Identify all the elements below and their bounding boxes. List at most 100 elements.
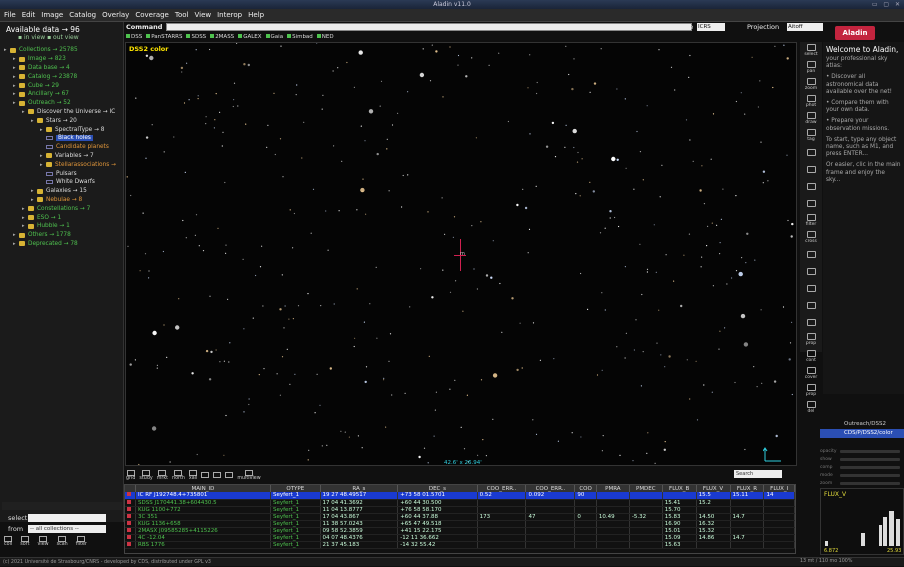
column-header[interactable]: DEC_s — [397, 485, 478, 492]
table-row[interactable]: RBS 1776 Seyfert_1 21 37 45.183 -14 32 55.4… — [125, 541, 795, 549]
slider-comp[interactable]: comp — [820, 463, 904, 471]
tool-prop[interactable]: prop — [800, 382, 822, 399]
tree-item[interactable]: ▸ Cube → 29 — [0, 81, 124, 90]
select-input[interactable] — [28, 514, 106, 522]
slider-mode[interactable]: mode — [820, 471, 904, 479]
column-header[interactable]: OTYPE — [270, 485, 321, 492]
menu-catalog[interactable]: Catalog — [69, 11, 96, 19]
tree-item[interactable]: ▸ Discover the Universe → IC — [0, 108, 124, 117]
slider-track[interactable] — [840, 465, 900, 469]
survey-panstarrs[interactable]: PanSTARRS — [146, 34, 182, 40]
view-tool-slot-7[interactable] — [225, 472, 234, 478]
row-marker[interactable] — [125, 513, 136, 521]
survey-gaia[interactable]: Gaia — [265, 34, 283, 40]
tool-tag[interactable]: tag — [800, 127, 822, 144]
layer-item[interactable]: CDS/P/DSS2/color — [820, 429, 904, 438]
table-row[interactable]: SDSS J170441.38+604430.5 Seyfert_1 17 04 4… — [125, 499, 795, 507]
slider-track[interactable] — [840, 449, 900, 453]
tool-slot-16[interactable] — [800, 314, 822, 331]
survey-galex[interactable]: GALEX — [238, 34, 262, 40]
scan-button[interactable]: scan — [57, 536, 68, 552]
slider-track[interactable] — [840, 457, 900, 461]
layer-item[interactable]: Outreach/DSS2 — [820, 420, 904, 429]
menu-coverage[interactable]: Coverage — [135, 11, 169, 19]
tree-item[interactable]: ▸ Others → 1778 — [0, 231, 124, 240]
row-marker[interactable] — [125, 527, 136, 535]
row-marker[interactable] — [125, 492, 136, 500]
tool-cross[interactable]: cross — [800, 229, 822, 246]
tree-scroll-area[interactable] — [2, 502, 122, 510]
survey-sdss[interactable]: SDSS — [186, 34, 206, 40]
sky-view[interactable]: DSS2 color m 42.6' x 26.94' — [125, 42, 797, 466]
tool-slot-15[interactable] — [800, 297, 822, 314]
survey-dss[interactable]: DSS — [126, 34, 142, 40]
view-tool-north[interactable]: north — [172, 469, 185, 481]
tool-prop[interactable]: prop — [800, 331, 822, 348]
column-header[interactable]: FLUX_B — [662, 485, 697, 492]
row-marker[interactable] — [125, 499, 136, 507]
frame-select[interactable]: ICRS — [697, 23, 725, 31]
tree-item[interactable]: Black holes — [0, 134, 124, 143]
tree-item[interactable]: White Dwarfs — [0, 178, 124, 187]
menu-file[interactable]: File — [4, 11, 16, 19]
tree-item[interactable]: ▸ ESO → 1 — [0, 213, 124, 222]
view-filter-legend[interactable]: ▪ in view ▪ out view — [18, 34, 79, 41]
column-header[interactable]: PMDEC — [629, 485, 663, 492]
row-marker[interactable] — [125, 534, 136, 542]
tree-item[interactable]: ▸ Ancillary → 67 — [0, 90, 124, 99]
table-row[interactable]: IC RF J192748.4+735801 Seyfert_1 19 27 48.… — [125, 492, 795, 500]
menu-tool[interactable]: Tool — [175, 11, 189, 19]
menu-help[interactable]: Help — [248, 11, 264, 19]
view-tool-grid[interactable]: grid — [126, 469, 135, 481]
tree-item[interactable]: ▸ Catalog → 23878 — [0, 72, 124, 81]
view-button[interactable]: view — [38, 536, 49, 552]
table-search-input[interactable]: Search — [734, 470, 782, 478]
menu-view[interactable]: View — [194, 11, 211, 19]
tool-slot-12[interactable] — [800, 246, 822, 263]
command-input[interactable] — [166, 23, 693, 31]
table-row[interactable]: 4C -12.04 Seyfert_1 04 07 48.4376 -12 11 36… — [125, 534, 795, 542]
projection-select[interactable]: Aitoff — [787, 23, 823, 31]
tool-slot-14[interactable] — [800, 280, 822, 297]
tree-item[interactable]: Pulsars — [0, 169, 124, 178]
tool-slot-8[interactable] — [800, 178, 822, 195]
tool-filter[interactable]: filter — [800, 212, 822, 229]
column-header[interactable]: RA_s — [320, 485, 399, 492]
column-header[interactable]: COO_ERR.. — [477, 485, 527, 492]
tree-item[interactable]: ▸ Data base → 4 — [0, 64, 124, 73]
row-marker[interactable] — [125, 541, 136, 549]
view-tool-study[interactable]: study — [139, 469, 153, 481]
column-header[interactable]: COO — [574, 485, 597, 492]
row-marker[interactable] — [125, 520, 136, 528]
table-row[interactable]: 2MASX J09585285+4115226 Seyfert_1 09 58 52… — [125, 527, 795, 535]
tree-item[interactable]: ▸ Outreach → 52 — [0, 99, 124, 108]
tool-slot-6[interactable] — [800, 144, 822, 161]
slider-opacity[interactable]: opacity — [820, 447, 904, 455]
tool-slot-9[interactable] — [800, 195, 822, 212]
table-row[interactable]: 3C 351 Seyfert_1 17 04 43.867 +60 44 37.88 1… — [125, 513, 795, 521]
tree-item[interactable]: ▸ Nebulae → 8 — [0, 196, 124, 205]
menu-overlay[interactable]: Overlay — [102, 11, 129, 19]
sort-button[interactable]: sort — [20, 536, 30, 552]
row-marker[interactable] — [125, 506, 136, 514]
tool-draw[interactable]: draw — [800, 110, 822, 127]
tree-item[interactable]: ▸ Stellarassociations → — [0, 160, 124, 169]
column-header[interactable]: FLUX_I — [763, 485, 795, 492]
tool-slot-13[interactable] — [800, 263, 822, 280]
from-select[interactable]: -- all collections -- — [28, 525, 106, 533]
view-tool-slot-6[interactable] — [213, 472, 222, 478]
tool-pan[interactable]: pan — [800, 59, 822, 76]
tree-item[interactable]: ▸ Hubble → 1 — [0, 222, 124, 231]
tree-item[interactable]: ▸ Variables → 7 — [0, 152, 124, 161]
tool-select[interactable]: select — [800, 42, 822, 59]
menu-interop[interactable]: Interop — [217, 11, 242, 19]
tool-zoom[interactable]: zoom — [800, 76, 822, 93]
view-tool-multiview[interactable]: multiview — [237, 469, 261, 481]
tree-item[interactable]: ▸ Stars → 20 — [0, 116, 124, 125]
view-tool-mrkt[interactable]: mrkt — [157, 469, 168, 481]
tree-item[interactable]: ▸ Deprecated → 78 — [0, 240, 124, 249]
window-controls[interactable]: ▭ ▢ ✕ — [872, 1, 902, 8]
column-header[interactable]: FLUX_R — [730, 485, 765, 492]
tool-del[interactable]: del — [800, 399, 822, 416]
tree-item[interactable]: ▸ Collections → 25785 — [0, 46, 124, 55]
